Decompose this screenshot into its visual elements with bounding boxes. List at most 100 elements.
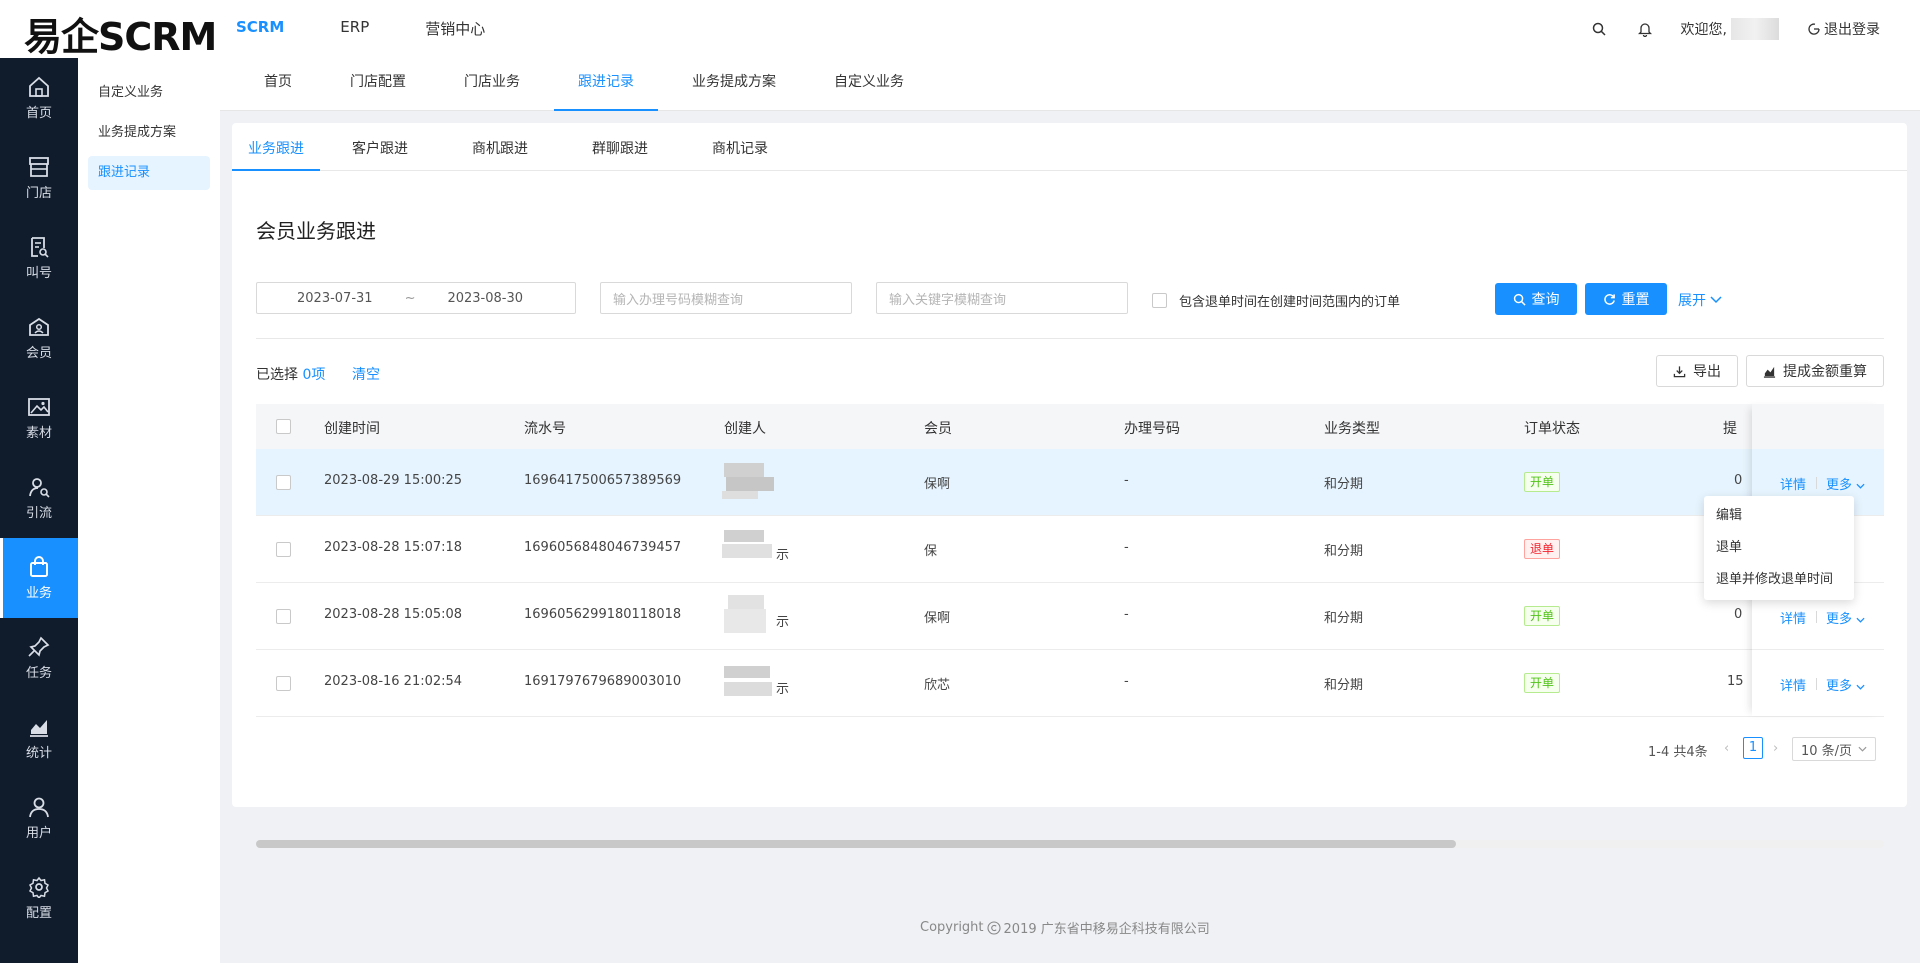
secnav-commission-plan[interactable]: 业务提成方案 bbox=[692, 58, 776, 111]
page-size-label: 10 条/页 bbox=[1801, 743, 1853, 759]
topnav-erp[interactable]: ERP bbox=[340, 18, 369, 39]
traffic-icon bbox=[29, 477, 50, 498]
sidebar-label: 引流 bbox=[25, 505, 52, 521]
table-row[interactable]: 2023-08-29 15:00:25 1696417500657389569 … bbox=[256, 449, 1884, 516]
sidebar-item-stats[interactable]: 统计 bbox=[0, 698, 78, 778]
more-dropdown[interactable]: 更多 bbox=[1826, 474, 1865, 493]
action-separator bbox=[1816, 611, 1817, 623]
sidebar-item-task[interactable]: 任务 bbox=[0, 618, 78, 698]
app-logo[interactable]: 易企SCRM bbox=[24, 6, 217, 61]
keyword-search-placeholder: 输入关键字模糊查询 bbox=[889, 292, 1007, 308]
expand-label: 展开 bbox=[1678, 293, 1706, 309]
bag-icon bbox=[30, 555, 48, 577]
include-refund-label: 包含退单时间在创建时间范围内的订单 bbox=[1179, 295, 1401, 310]
checkbox-box[interactable] bbox=[1152, 293, 1167, 308]
sidebar-item-member[interactable]: 会员 bbox=[0, 298, 78, 378]
sidebar-item-config[interactable]: 配置 bbox=[0, 858, 78, 938]
refresh-icon bbox=[1603, 293, 1615, 305]
col-commission: 提 bbox=[1723, 421, 1737, 437]
expand-filters-link[interactable]: 展开 bbox=[1678, 290, 1722, 310]
include-refund-checkbox[interactable]: 包含退单时间在创建时间范围内的订单 bbox=[1152, 291, 1400, 310]
page-size-select[interactable]: 10 条/页 bbox=[1792, 737, 1876, 761]
chevron-down-icon bbox=[1858, 746, 1867, 752]
secnav-followup[interactable]: 跟进记录 bbox=[554, 58, 658, 111]
subside-item-commission-plan[interactable]: 业务提成方案 bbox=[88, 116, 210, 150]
row-checkbox[interactable] bbox=[276, 475, 291, 490]
col-created-time: 创建时间 bbox=[324, 421, 380, 437]
table-horizontal-scrollbar[interactable] bbox=[256, 840, 1884, 848]
row-checkbox[interactable] bbox=[276, 676, 291, 691]
page-1-button[interactable]: 1 bbox=[1743, 737, 1763, 759]
secnav-store-config[interactable]: 门店配置 bbox=[350, 58, 406, 111]
cell-created-time: 2023-08-29 15:00:25 bbox=[324, 473, 463, 488]
reset-button[interactable]: 重置 bbox=[1585, 283, 1667, 315]
menu-item-edit[interactable]: 编辑 bbox=[1704, 500, 1854, 532]
number-search-input[interactable]: 输入办理号码模糊查询 bbox=[600, 282, 852, 314]
tab-opportunity-followup[interactable]: 商机跟进 bbox=[448, 123, 552, 171]
sidebar-item-material[interactable]: 素材 bbox=[0, 378, 78, 458]
detail-link[interactable]: 详情 bbox=[1780, 675, 1806, 694]
more-dropdown[interactable]: 更多 bbox=[1826, 608, 1865, 627]
search-icon[interactable] bbox=[1589, 19, 1609, 39]
sidebar-item-queue[interactable]: 叫号 bbox=[0, 218, 78, 298]
creator-redacted bbox=[718, 662, 776, 704]
table-row[interactable]: 2023-08-16 21:02:54 1691797679689003010 … bbox=[256, 650, 1884, 717]
creator-redacted bbox=[718, 528, 776, 570]
table-row[interactable]: 2023-08-28 15:07:18 1696056848046739457 … bbox=[256, 516, 1884, 583]
clear-selection-link[interactable]: 清空 bbox=[352, 364, 380, 384]
more-label: 更多 bbox=[1826, 612, 1853, 627]
tab-business-followup[interactable]: 业务跟进 bbox=[232, 123, 320, 171]
secnav-store-business[interactable]: 门店业务 bbox=[464, 58, 520, 111]
recalc-commission-button[interactable]: 提成金额重算 bbox=[1746, 355, 1884, 387]
prev-page-icon[interactable]: ‹ bbox=[1724, 741, 1729, 756]
sidebar-item-traffic[interactable]: 引流 bbox=[0, 458, 78, 538]
sidebar-item-store[interactable]: 门店 bbox=[0, 138, 78, 218]
menu-item-refund-modify-time[interactable]: 退单并修改退单时间 bbox=[1704, 564, 1854, 596]
menu-item-refund[interactable]: 退单 bbox=[1704, 532, 1854, 564]
detail-link[interactable]: 详情 bbox=[1780, 608, 1806, 627]
sidebar-item-user[interactable]: 用户 bbox=[0, 778, 78, 858]
cell-created-time: 2023-08-28 15:07:18 bbox=[324, 540, 463, 555]
member-icon bbox=[29, 317, 49, 336]
footer: Copyright 2019 广东省中移易企科技有限公司 bbox=[920, 918, 1210, 937]
tab-groupchat-followup[interactable]: 群聊跟进 bbox=[568, 123, 672, 171]
cell-creator-suffix: 示 bbox=[776, 615, 790, 630]
main-card: 业务跟进 客户跟进 商机跟进 群聊跟进 商机记录 会员业务跟进 2023-07-… bbox=[232, 123, 1907, 848]
secnav-custom-business[interactable]: 自定义业务 bbox=[834, 58, 904, 111]
sidebar-label: 配置 bbox=[25, 905, 52, 921]
scrollbar-thumb[interactable] bbox=[256, 840, 1456, 848]
next-page-icon[interactable]: › bbox=[1773, 741, 1778, 756]
sidebar-label: 统计 bbox=[25, 745, 52, 761]
more-dropdown[interactable]: 更多 bbox=[1826, 675, 1865, 694]
action-separator bbox=[1816, 678, 1817, 690]
tab-customer-followup[interactable]: 客户跟进 bbox=[328, 123, 432, 171]
subside-item-custom-business[interactable]: 自定义业务 bbox=[88, 76, 210, 110]
status-badge: 开单 bbox=[1524, 606, 1561, 626]
query-button[interactable]: 查询 bbox=[1495, 283, 1577, 315]
secnav-home[interactable]: 首页 bbox=[264, 58, 292, 111]
topnav-marketing[interactable]: 营销中心 bbox=[425, 18, 485, 39]
page-title: 会员业务跟进 bbox=[256, 219, 376, 243]
date-range-picker[interactable]: 2023-07-31 ~ 2023-08-30 bbox=[256, 282, 576, 314]
row-checkbox[interactable] bbox=[276, 609, 291, 624]
subside-item-followup[interactable]: 跟进记录 bbox=[88, 156, 210, 190]
cell-serial: 1696417500657389569 bbox=[524, 473, 682, 488]
col-member: 会员 bbox=[924, 421, 952, 437]
store-icon bbox=[29, 156, 49, 177]
bell-icon[interactable] bbox=[1635, 19, 1655, 39]
col-order-status: 订单状态 bbox=[1524, 421, 1580, 437]
row-checkbox[interactable] bbox=[276, 542, 291, 557]
select-all-checkbox[interactable] bbox=[276, 419, 291, 434]
col-business-type: 业务类型 bbox=[1324, 421, 1380, 437]
table-row[interactable]: 2023-08-28 15:05:08 1696056299180118018 … bbox=[256, 583, 1884, 650]
export-button[interactable]: 导出 bbox=[1656, 355, 1738, 387]
main-sidebar: 首页 门店 叫号 会员 素材 引流 业务 任务 统计 用户 配置 bbox=[0, 58, 78, 963]
sidebar-item-home[interactable]: 首页 bbox=[0, 58, 78, 138]
detail-link[interactable]: 详情 bbox=[1780, 474, 1806, 493]
topnav-scrm[interactable]: SCRM bbox=[236, 18, 284, 39]
tab-opportunity-records[interactable]: 商机记录 bbox=[688, 123, 792, 171]
sidebar-item-business[interactable]: 业务 bbox=[0, 538, 78, 618]
logout-button[interactable]: 退出登录 bbox=[1807, 19, 1880, 39]
cell-number: - bbox=[1124, 540, 1129, 555]
keyword-search-input[interactable]: 输入关键字模糊查询 bbox=[876, 282, 1128, 314]
